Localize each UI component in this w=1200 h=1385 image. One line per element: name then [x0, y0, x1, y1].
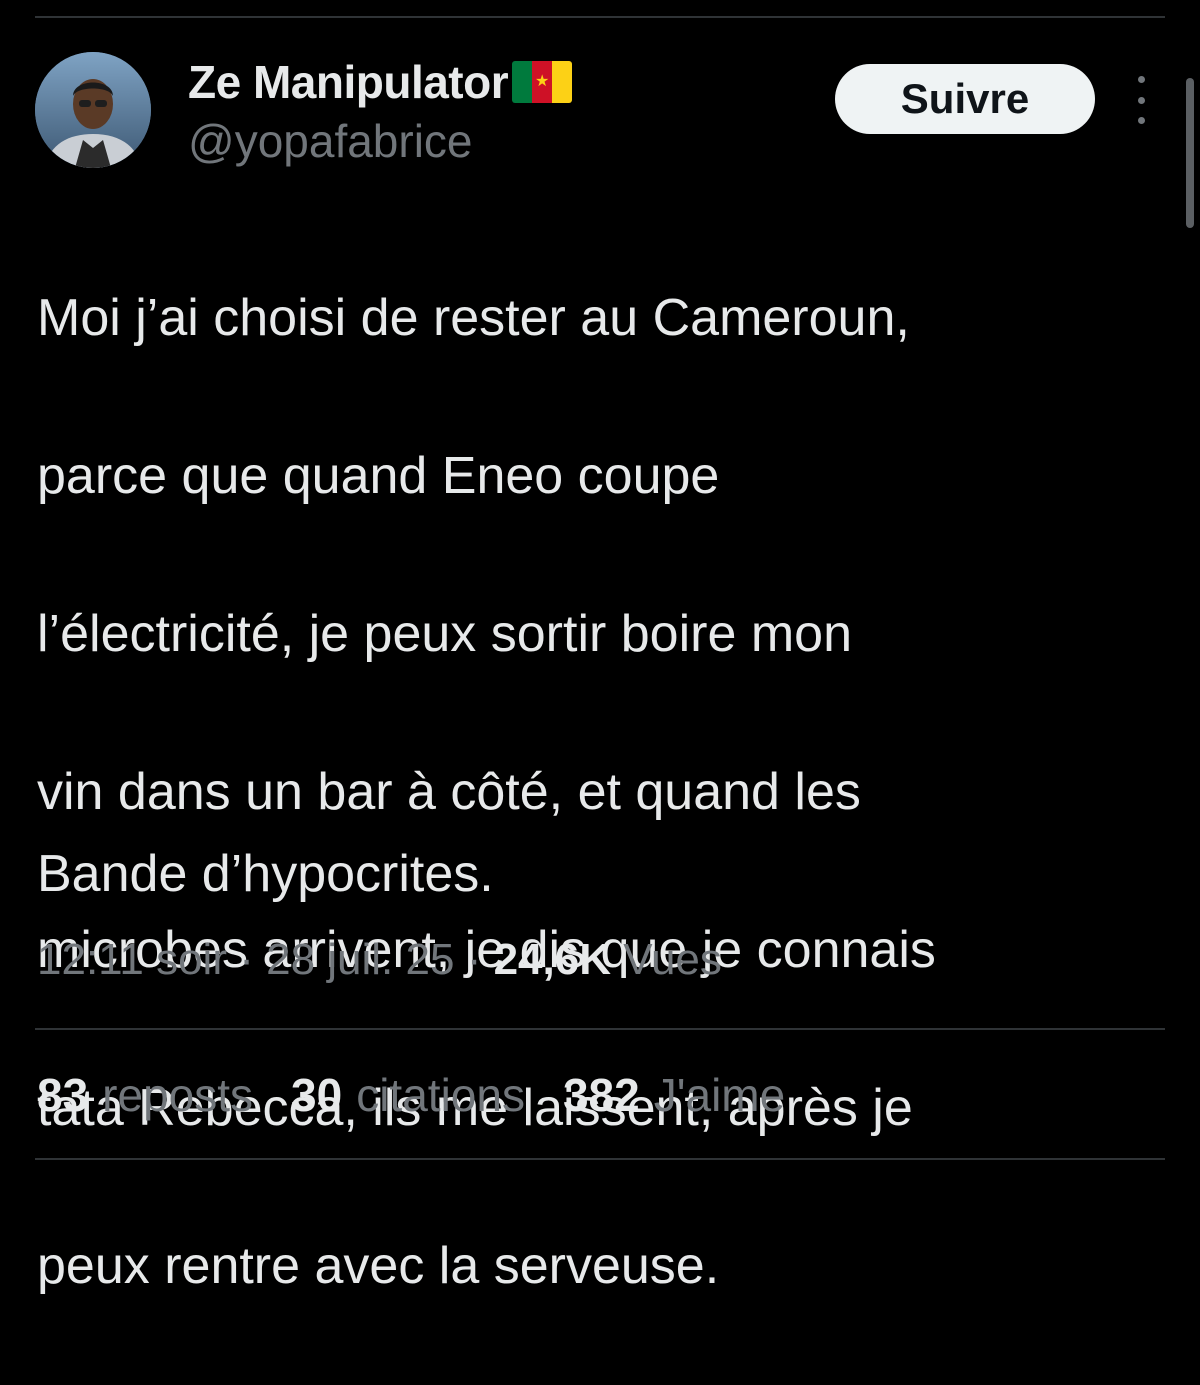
follow-button[interactable]: Suivre: [835, 64, 1095, 134]
avatar[interactable]: [35, 52, 151, 168]
tweet-meta: 12:11 soir · 28 juil. 25 · 24,6K Vues: [37, 935, 722, 985]
views-count: 24,6K: [493, 935, 611, 984]
likes-stat[interactable]: 382 J'aime: [563, 1068, 785, 1122]
stats-divider: [35, 1028, 1165, 1030]
tweet-line: peux rentre avec la serveuse.: [37, 1237, 720, 1295]
tweet-line: vin dans un bar à côté, et quand les: [37, 763, 861, 821]
meta-separator: ·: [239, 935, 254, 984]
cameroon-flag-icon: ★: [512, 61, 573, 103]
likes-count: 382: [562, 1069, 640, 1121]
scrollbar[interactable]: [1186, 78, 1194, 228]
tweet-date[interactable]: 28 juil. 25: [266, 935, 454, 984]
meta-separator: ·: [466, 935, 482, 984]
engagement-stats: 83 reposts 30 citations 382 J'aime: [37, 1068, 785, 1122]
tweet-line: parce que quand Eneo coupe: [37, 447, 720, 505]
reposts-stat[interactable]: 83 reposts: [37, 1068, 253, 1122]
author-display-name[interactable]: Ze Manipulator: [188, 55, 509, 109]
quotes-label: citations: [356, 1069, 525, 1121]
tweet-line: l’électricité, je peux sortir boire mon: [37, 605, 852, 663]
likes-label: J'aime: [653, 1069, 786, 1121]
reposts-count: 83: [37, 1069, 89, 1121]
tweet-text: Moi j’ai choisi de rester au Cameroun, p…: [37, 200, 1157, 1385]
bottom-divider: [35, 1158, 1165, 1160]
views-label: Vues: [623, 935, 722, 984]
tweet-closing-line: Bande d’hypocrites.: [37, 845, 494, 903]
more-vertical-icon[interactable]: [1126, 76, 1156, 124]
reposts-label: reposts: [102, 1069, 254, 1121]
quotes-count: 30: [291, 1069, 343, 1121]
quotes-stat[interactable]: 30 citations: [291, 1068, 525, 1122]
tweet-line: Moi j’ai choisi de rester au Cameroun,: [37, 289, 910, 347]
author-name-row[interactable]: Ze Manipulator ★: [188, 52, 573, 112]
tweet-time[interactable]: 12:11 soir: [37, 935, 227, 984]
top-divider: [35, 16, 1165, 18]
author-handle[interactable]: @yopafabrice: [188, 114, 473, 168]
